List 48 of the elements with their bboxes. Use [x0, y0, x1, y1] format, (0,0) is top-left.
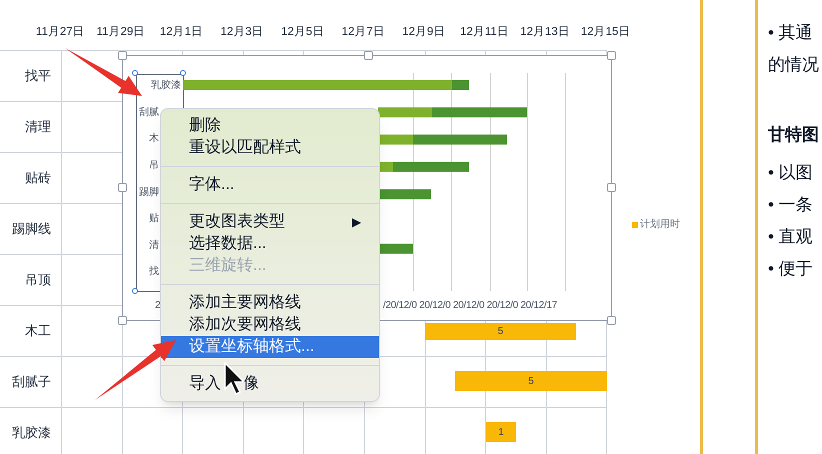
- menu-item[interactable]: 添加主要网格线: [161, 292, 379, 314]
- category-label: 贴: [148, 212, 160, 226]
- row-label: 吊顶: [25, 271, 51, 290]
- menu-item[interactable]: 导入 像: [161, 373, 379, 395]
- legend-label: 计划用时: [640, 218, 680, 232]
- note-text: • 其通: [768, 22, 814, 44]
- menu-item[interactable]: 选择数据...: [161, 233, 379, 255]
- row-label: 木工: [25, 322, 51, 340]
- date-header: 11月27日: [34, 25, 86, 40]
- note-text: • 一条: [768, 194, 814, 216]
- category-label: 踢脚: [138, 186, 160, 200]
- row-label: 清理: [25, 118, 51, 136]
- category-label: 刮腻: [138, 106, 160, 120]
- date-header: 11月29日: [96, 25, 146, 40]
- category-label: 吊: [148, 158, 160, 173]
- date-header: 12月13日: [519, 25, 571, 40]
- row-label: 乳胶漆: [12, 424, 51, 442]
- category-label: 木: [148, 132, 160, 146]
- menu-item[interactable]: 重设以匹配样式: [161, 137, 379, 159]
- axis-label: 2: [155, 299, 161, 313]
- menu-item[interactable]: 添加次要网格线: [161, 314, 379, 336]
- note-text: • 直观: [768, 226, 814, 248]
- axis-label: /20/12/0 20/12/0 20/12/0 20/12/0 20/12/17: [383, 299, 557, 313]
- date-header: 12月11日: [459, 25, 510, 40]
- date-header: 12月5日: [280, 25, 326, 40]
- category-label: 清: [148, 238, 160, 253]
- menu-item[interactable]: 删除: [161, 115, 379, 137]
- row-label: 踢脚线: [12, 220, 51, 238]
- menu-item[interactable]: 设置坐标轴格式...: [161, 336, 379, 358]
- date-header: 12月9日: [401, 25, 446, 40]
- gantt-bar: 5: [425, 323, 576, 340]
- note-text: • 以图: [768, 162, 814, 184]
- menu-item[interactable]: 字体...: [161, 174, 379, 196]
- category-label: 找: [148, 264, 160, 280]
- date-header: 12月15日: [580, 25, 632, 40]
- date-header: 12月1日: [158, 25, 204, 40]
- gantt-bar: 1: [486, 422, 516, 442]
- row-label: 刮腻子: [12, 373, 51, 392]
- date-header: 12月7日: [340, 25, 386, 40]
- date-header: 12月3日: [219, 25, 265, 40]
- row-label: 找平: [25, 67, 51, 86]
- row-label: 贴砖: [25, 169, 51, 188]
- note-text: • 便于: [768, 258, 814, 280]
- category-label: 乳胶漆: [150, 78, 182, 93]
- menu-item[interactable]: 更改图表类型 ▶: [161, 211, 379, 233]
- section-heading: 甘特图: [768, 124, 819, 146]
- gantt-bar: 5: [455, 371, 607, 391]
- note-text: 的情况: [768, 54, 819, 76]
